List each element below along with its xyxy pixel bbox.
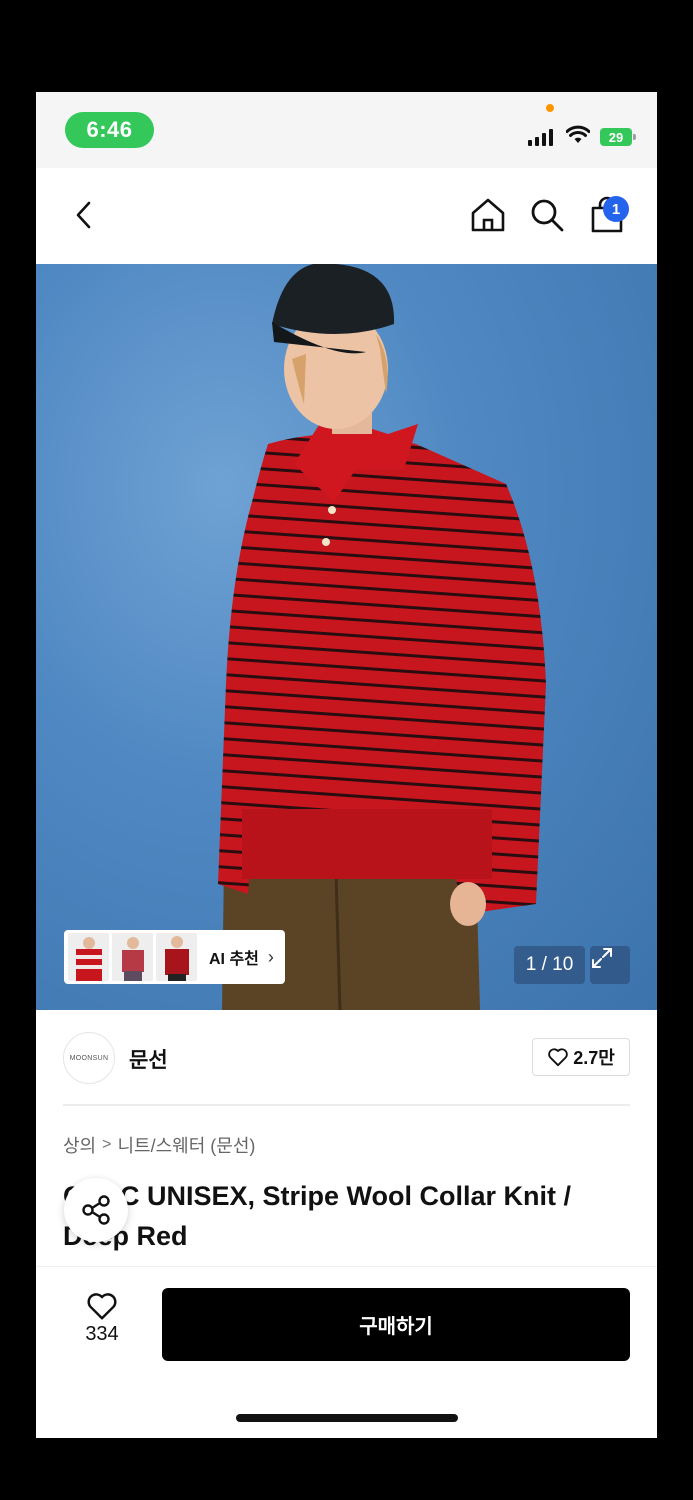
ai-recommendation-label: AI 추천 [209, 951, 259, 968]
wifi-icon [566, 125, 590, 143]
status-time: 6:46 [65, 112, 154, 148]
share-icon [82, 1195, 110, 1225]
app-header: 1 [36, 168, 657, 264]
brand-name[interactable]: 문선 [129, 1044, 168, 1074]
privacy-indicator [546, 104, 554, 112]
expand-image-button[interactable] [590, 946, 630, 984]
breadcrumb: 상의 > 니트/스웨터 (문선) [63, 1132, 255, 1158]
cart-count-badge: 1 [603, 196, 629, 222]
divider [63, 1104, 630, 1106]
brand-logo: MOONSUN [63, 1032, 115, 1084]
phone-screen: 6:46 29 1 AI 추천 › 1 / 10 MOONSUN 문선 2.7만… [36, 92, 657, 1438]
brand-like-button[interactable]: 2.7만 [532, 1038, 630, 1076]
recommendation-thumbnail-3 [156, 933, 197, 981]
product-title: C.M.C UNISEX, Stripe Wool Collar Knit / … [63, 1181, 572, 1251]
home-button[interactable] [466, 192, 510, 238]
battery-cap [633, 134, 636, 140]
image-counter: 1 / 10 [514, 946, 585, 984]
brand-like-count: 2.7만 [573, 1048, 615, 1068]
search-button[interactable] [525, 192, 569, 238]
home-indicator[interactable] [236, 1414, 458, 1422]
recommendation-thumbnail-2 [112, 933, 153, 981]
back-button[interactable] [62, 192, 106, 238]
wishlist-button[interactable]: 334 [68, 1291, 136, 1346]
expand-icon [592, 948, 612, 968]
product-image-carousel[interactable]: AI 추천 › 1 / 10 [36, 264, 657, 1010]
brand-row[interactable]: MOONSUN 문선 2.7만 [36, 1010, 657, 1102]
breadcrumb-subcategory[interactable]: 니트/스웨터 (문선) [117, 1132, 255, 1158]
ai-recommendation-button[interactable]: AI 추천 › [64, 930, 285, 984]
share-button[interactable] [64, 1178, 128, 1242]
home-icon [471, 198, 505, 232]
buy-button[interactable]: 구매하기 [162, 1288, 630, 1361]
cellular-signal-icon [528, 128, 553, 146]
heart-icon [87, 1293, 117, 1320]
breadcrumb-category[interactable]: 상의 [63, 1132, 96, 1158]
heart-icon [548, 1048, 568, 1067]
breadcrumb-separator: > [102, 1136, 112, 1153]
bottom-action-bar: 334 구매하기 [36, 1266, 657, 1438]
search-icon [531, 199, 564, 232]
chevron-right-icon: › [267, 946, 274, 967]
status-bar: 6:46 29 [36, 92, 657, 168]
recommendation-thumbnail-1 [68, 933, 109, 981]
product-photo [218, 264, 546, 1010]
wishlist-count: 334 [85, 1323, 119, 1345]
chevron-left-icon [76, 201, 91, 229]
battery-icon: 29 [600, 128, 632, 146]
